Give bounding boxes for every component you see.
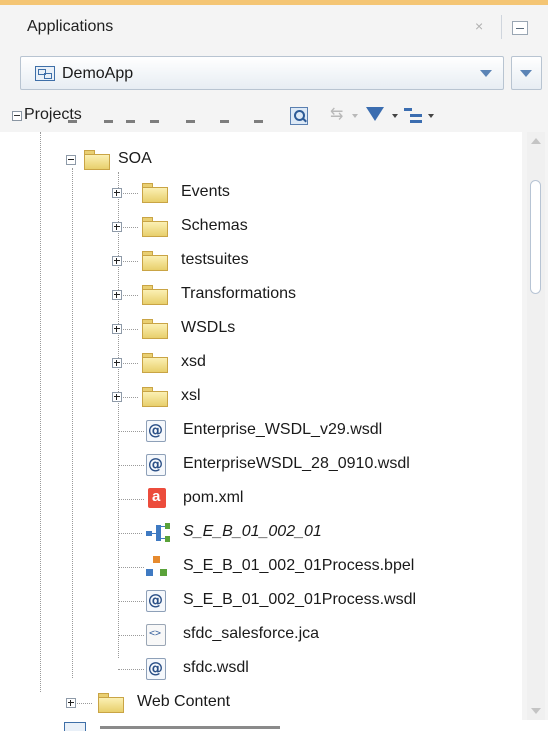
tree-node-file[interactable]: @ S_E_B_01_002_01Process.wsdl xyxy=(0,585,522,617)
wsdl-icon: @ xyxy=(146,454,166,476)
applications-window: Applications × DemoApp Projects ⇆ SOA Ev… xyxy=(0,0,548,731)
chevron-down-icon xyxy=(520,70,532,77)
filter-icon[interactable] xyxy=(366,107,384,121)
expand-icon[interactable] xyxy=(66,698,76,708)
tree-node-file[interactable]: @ Enterprise_WSDL_v29.wsdl xyxy=(0,415,522,447)
wsdl-icon: @ xyxy=(146,420,166,442)
expand-icon[interactable] xyxy=(112,188,122,198)
scroll-up-arrow[interactable] xyxy=(531,138,541,144)
jca-icon: <> xyxy=(146,624,166,646)
application-icon xyxy=(35,66,55,81)
tree-node-label: Events xyxy=(181,183,230,200)
tree-node-file[interactable]: S_E_B_01_002_01Process.bpel xyxy=(0,551,522,583)
expand-icon[interactable] xyxy=(112,222,122,232)
minimize-button[interactable] xyxy=(512,21,528,35)
tree-node-label: Enterprise_WSDL_v29.wsdl xyxy=(183,421,383,438)
expand-icon[interactable] xyxy=(112,392,122,402)
tree-node-web-content[interactable]: Web Content xyxy=(0,687,522,719)
folder-icon xyxy=(142,387,168,407)
tree-guide xyxy=(118,533,142,534)
bpel-icon xyxy=(146,556,168,578)
collapse-projects-icon[interactable] xyxy=(12,111,22,121)
partial-next-row xyxy=(0,720,548,731)
chevron-down-icon[interactable] xyxy=(352,114,358,118)
tree-node-label: xsd xyxy=(181,353,206,370)
tree-node-folder[interactable]: WSDLs xyxy=(0,313,522,345)
tree-node-file[interactable]: @ sfdc.wsdl xyxy=(0,653,522,685)
tree-node-label: Web Content xyxy=(137,693,231,710)
tree-guide xyxy=(118,567,144,568)
folder-icon xyxy=(142,353,168,373)
tree-node-file[interactable]: a pom.xml xyxy=(0,483,522,515)
scroll-down-arrow[interactable] xyxy=(531,708,541,714)
partial-project-row xyxy=(68,118,268,128)
tree-options-icon[interactable] xyxy=(404,107,422,125)
tree-node-file[interactable]: <> sfdc_salesforce.jca xyxy=(0,619,522,651)
tree-guide xyxy=(118,635,144,636)
tree-node-label: Schemas xyxy=(181,217,248,234)
application-menu-button[interactable] xyxy=(511,56,542,90)
tree-node-label: sfdc.wsdl xyxy=(183,659,249,676)
folder-icon xyxy=(142,217,168,237)
folder-icon xyxy=(142,183,168,203)
sync-icon[interactable]: ⇆ xyxy=(330,104,343,124)
tree-guide xyxy=(118,601,144,602)
tree-node-label: SOA xyxy=(118,150,152,167)
tree-node-label: EnterpriseWSDL_28_0910.wsdl xyxy=(183,455,410,472)
tree-node-file[interactable]: S_E_B_01_002_01 xyxy=(0,517,522,549)
tree-node-folder[interactable]: Schemas xyxy=(0,211,522,243)
tree-node-file[interactable]: @ EnterpriseWSDL_28_0910.wsdl xyxy=(0,449,522,481)
close-icon[interactable]: × xyxy=(475,18,483,34)
tree-node-label: Transformations xyxy=(181,285,296,302)
tree-node-label: S_E_B_01_002_01Process.bpel xyxy=(183,557,415,574)
scroll-thumb[interactable] xyxy=(530,180,541,294)
project-tree: SOA Events Schemas testsuites Transforma… xyxy=(0,132,522,720)
pom-icon: a xyxy=(148,488,166,508)
expand-icon[interactable] xyxy=(112,256,122,266)
wsdl-icon: @ xyxy=(146,590,166,612)
folder-icon xyxy=(84,150,110,170)
tree-node-folder[interactable]: Events xyxy=(0,177,522,209)
tree-node-label: WSDLs xyxy=(181,319,236,336)
tree-node-folder[interactable]: Transformations xyxy=(0,279,522,311)
collapse-icon[interactable] xyxy=(66,155,76,165)
tree-node-label: testsuites xyxy=(181,251,249,268)
tree-node-soa[interactable]: SOA xyxy=(0,144,522,176)
tree-node-folder[interactable]: xsd xyxy=(0,347,522,379)
chevron-down-icon[interactable] xyxy=(392,114,398,118)
panel-title: Applications xyxy=(27,18,114,35)
tree-node-label: S_E_B_01_002_01Process.wsdl xyxy=(183,591,417,608)
composite-icon xyxy=(146,523,170,543)
project-icon xyxy=(64,722,86,731)
folder-icon xyxy=(142,251,168,271)
tree-node-label: sfdc_salesforce.jca xyxy=(183,625,320,642)
expand-icon[interactable] xyxy=(112,358,122,368)
tree-guide xyxy=(118,431,144,432)
application-name: DemoApp xyxy=(62,65,134,82)
search-icon[interactable] xyxy=(290,107,308,125)
tree-guide xyxy=(118,465,144,466)
folder-icon xyxy=(142,285,168,305)
folder-icon xyxy=(98,693,124,713)
chevron-down-icon[interactable] xyxy=(428,114,434,118)
tree-guide xyxy=(118,669,144,670)
tree-guide xyxy=(118,499,144,500)
vertical-scrollbar[interactable] xyxy=(527,132,545,720)
expand-icon[interactable] xyxy=(112,324,122,334)
tree-node-label: xsl xyxy=(181,387,201,404)
tree-node-label: S_E_B_01_002_01 xyxy=(183,523,322,540)
chevron-down-icon[interactable] xyxy=(480,70,492,77)
header-divider xyxy=(501,15,502,39)
application-selector[interactable]: DemoApp xyxy=(20,56,504,90)
tree-node-folder[interactable]: testsuites xyxy=(0,245,522,277)
partial-project-label xyxy=(100,726,280,729)
expand-icon[interactable] xyxy=(112,290,122,300)
tree-node-label: pom.xml xyxy=(183,489,244,506)
folder-icon xyxy=(142,319,168,339)
wsdl-icon: @ xyxy=(146,658,166,680)
tree-node-folder[interactable]: xsl xyxy=(0,381,522,413)
